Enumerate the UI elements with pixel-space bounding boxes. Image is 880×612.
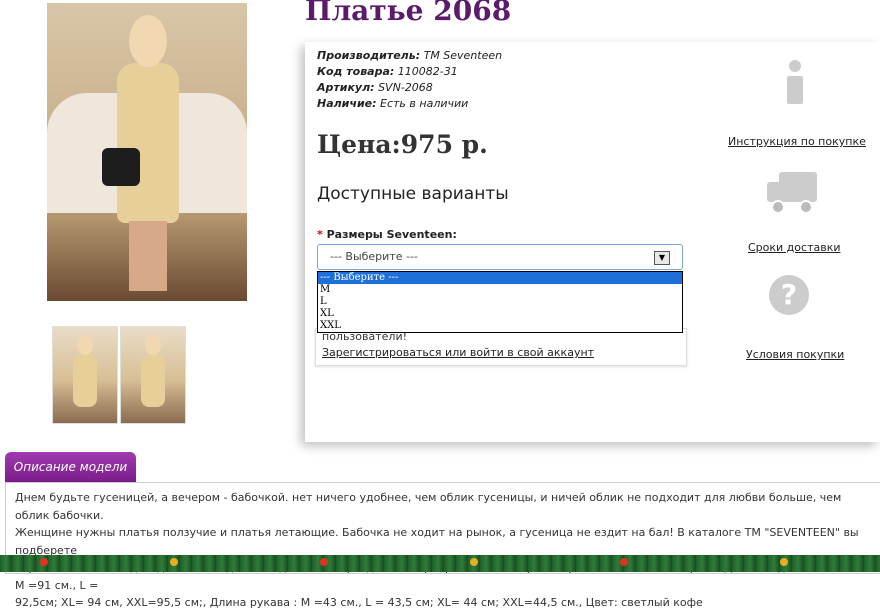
info-icon-dot [789, 60, 801, 72]
question-icon[interactable]: ? [769, 275, 809, 315]
garland-ornament [620, 558, 628, 566]
thumb-dress [141, 355, 165, 407]
thumb-dress [73, 355, 97, 407]
garland-ornament [780, 558, 788, 566]
size-dropdown-list: --- Выберите --- M L XL XXL [317, 271, 683, 333]
dropdown-option[interactable]: L [318, 296, 682, 308]
product-info-panel: Производитель: TM Seventeen Код товара: … [305, 42, 880, 442]
garland-ornament [170, 558, 178, 566]
code-value: 110082-31 [397, 65, 458, 78]
availability-label: Наличие: [317, 97, 377, 110]
size-select[interactable]: --- Выберите --- ▼ [317, 244, 683, 270]
thumb-head [77, 335, 93, 355]
product-thumbnail-1[interactable] [52, 326, 118, 424]
product-title: Платье 2068 [305, 0, 512, 27]
christmas-garland [0, 555, 880, 572]
truck-icon-wheel [799, 200, 813, 214]
availability-row: Наличие: Есть в наличии [317, 96, 502, 112]
required-mark: * [317, 228, 323, 241]
description-text: Днем будьте гусеницей, а вечером - бабоч… [15, 489, 875, 612]
product-thumbnail-2[interactable] [120, 326, 186, 424]
product-details: Производитель: TM Seventeen Код товара: … [317, 48, 502, 112]
photo-legs [129, 221, 167, 291]
code-label: Код товара: [317, 65, 395, 78]
article-value: SVN-2068 [378, 81, 433, 94]
truck-icon[interactable] [767, 172, 817, 214]
photo-head [129, 15, 167, 67]
availability-value: Есть в наличии [380, 97, 469, 110]
garland-ornament [40, 558, 48, 566]
truck-icon-cab [767, 182, 781, 202]
available-options-heading: Доступные варианты [317, 184, 509, 204]
size-label-text: Размеры Seventeen: [326, 228, 457, 241]
description-line: 92,5см; XL= 94 см, XXL=95,5 см;, Длина р… [15, 596, 703, 609]
truck-icon-wheel [771, 200, 785, 214]
garland-ornament [320, 558, 328, 566]
info-icon[interactable] [783, 60, 807, 104]
thumb-head [145, 335, 161, 355]
description-line: Женщине нужны платья ползучие и платья л… [15, 526, 859, 557]
code-row: Код товара: 110082-31 [317, 64, 502, 80]
article-label: Артикул: [317, 81, 375, 94]
article-row: Артикул: SVN-2068 [317, 80, 502, 96]
register-login-link[interactable]: Зарегистрироваться или войти в свой акка… [322, 346, 594, 359]
truck-icon-box [779, 172, 817, 202]
purchase-instructions-link[interactable]: Инструкция по покупке [728, 135, 866, 148]
info-icon-bar [787, 76, 803, 104]
purchase-conditions-link[interactable]: Условия покупки [746, 348, 844, 361]
product-main-photo[interactable] [47, 3, 247, 301]
dropdown-option[interactable]: M [318, 284, 682, 296]
photo-bag [102, 148, 140, 186]
dropdown-option[interactable]: XXL [318, 320, 682, 332]
dropdown-option[interactable]: XL [318, 308, 682, 320]
manufacturer-row: Производитель: TM Seventeen [317, 48, 502, 64]
login-notice: пользователи! Зарегистрироваться или вой… [315, 328, 687, 366]
garland-ornament [470, 558, 478, 566]
manufacturer-label: Производитель: [317, 49, 421, 62]
manufacturer-value[interactable]: TM Seventeen [424, 49, 503, 62]
chevron-down-icon[interactable]: ▼ [654, 251, 670, 265]
product-price: Цена:975 р. [317, 130, 488, 159]
photo-dress [117, 63, 179, 223]
size-label: * Размеры Seventeen: [317, 228, 457, 241]
dropdown-option[interactable]: --- Выберите --- [318, 272, 682, 284]
size-select-value: --- Выберите --- [330, 250, 418, 263]
delivery-terms-link[interactable]: Сроки доставки [748, 241, 841, 254]
tab-model-description[interactable]: Описание модели [5, 452, 136, 482]
description-line: Днем будьте гусеницей, а вечером - бабоч… [15, 491, 842, 522]
